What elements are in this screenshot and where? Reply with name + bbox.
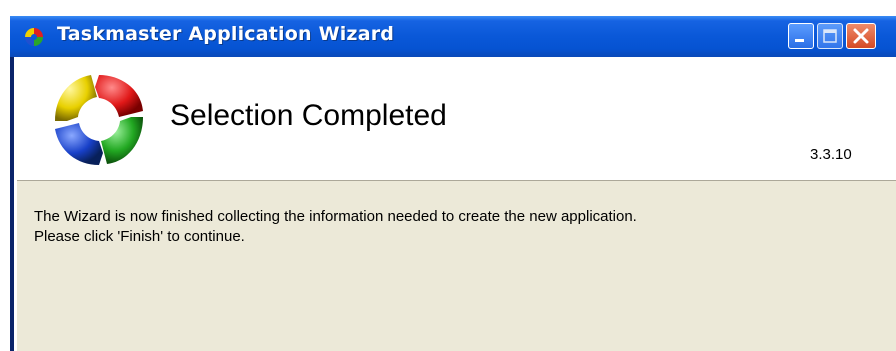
wizard-header: Selection Completed 3.3.10: [14, 57, 896, 181]
wizard-window: Taskmaster Application Wizard Selection …: [10, 16, 896, 351]
title-bar[interactable]: Taskmaster Application Wizard: [10, 16, 896, 57]
minimize-icon: [795, 39, 804, 42]
window-title: Taskmaster Application Wizard: [57, 23, 395, 45]
maximize-button[interactable]: [817, 23, 843, 49]
maximize-icon: [823, 29, 837, 43]
instructions-line-1: The Wizard is now finished collecting th…: [34, 208, 637, 225]
page-title: Selection Completed: [170, 99, 447, 132]
instructions-text: The Wizard is now finished collecting th…: [34, 207, 637, 247]
window-left-edge: [14, 180, 17, 351]
close-icon: [853, 28, 869, 44]
minimize-button[interactable]: [788, 23, 814, 49]
wizard-client-area: Selection Completed 3.3.10 The Wizard is…: [14, 57, 896, 351]
taskmaster-logo: [55, 75, 143, 165]
close-button[interactable]: [846, 23, 876, 49]
taskmaster-logo-icon: [25, 28, 43, 46]
instructions-line-2: Please click 'Finish' to continue.: [34, 228, 245, 245]
version-label: 3.3.10: [810, 146, 852, 163]
